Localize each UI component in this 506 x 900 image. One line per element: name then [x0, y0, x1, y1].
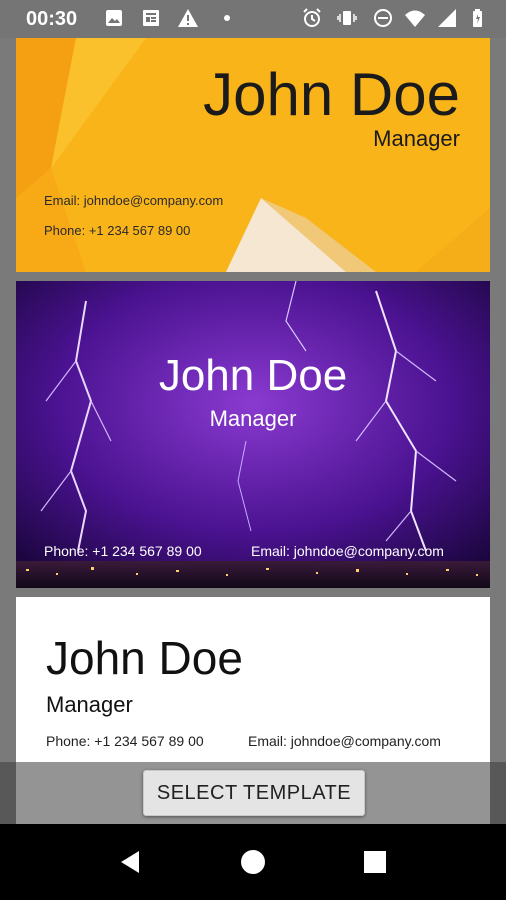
navigation-bar: [0, 824, 506, 900]
home-icon[interactable]: [239, 848, 267, 876]
template-list[interactable]: John Doe Manager Email: johndoe@company.…: [0, 38, 506, 824]
dnd-icon: [372, 7, 394, 29]
card-title: Manager: [373, 126, 460, 151]
vibrate-icon: [336, 7, 358, 29]
dot-icon: [216, 7, 238, 29]
card-email: Email: johndoe@company.com: [251, 543, 444, 559]
warning-icon: [177, 7, 199, 29]
template-card-purple-lightning[interactable]: John Doe Manager Phone: +1 234 567 89 00…: [16, 281, 490, 588]
wifi-icon: [404, 7, 426, 29]
alarm-icon: [301, 7, 323, 29]
card-name: John Doe: [46, 632, 243, 684]
back-icon[interactable]: [117, 848, 145, 876]
card-name: John Doe: [158, 351, 348, 400]
card-title: Manager: [46, 692, 133, 717]
status-time: 00:30: [26, 8, 78, 30]
card-email: Email: johndoe@company.com: [248, 733, 441, 749]
card-phone: Phone: +1 234 567 89 00: [44, 223, 191, 238]
card-name: John Doe: [203, 61, 460, 128]
news-icon: [140, 7, 162, 29]
signal-icon: [436, 7, 458, 29]
card-email: Email: johndoe@company.com: [44, 193, 224, 208]
select-template-button[interactable]: SELECT TEMPLATE: [143, 770, 365, 816]
template-card-yellow[interactable]: John Doe Manager Email: johndoe@company.…: [16, 38, 490, 272]
card-phone: Phone: +1 234 567 89 00: [44, 543, 202, 559]
card-phone: Phone: +1 234 567 89 00: [46, 733, 204, 749]
recents-icon[interactable]: [361, 848, 389, 876]
card-title: Manager: [209, 406, 297, 431]
battery-icon: [466, 7, 488, 29]
image-icon: [103, 7, 125, 29]
card-background: [16, 281, 490, 588]
status-bar: 00:30: [0, 0, 506, 38]
